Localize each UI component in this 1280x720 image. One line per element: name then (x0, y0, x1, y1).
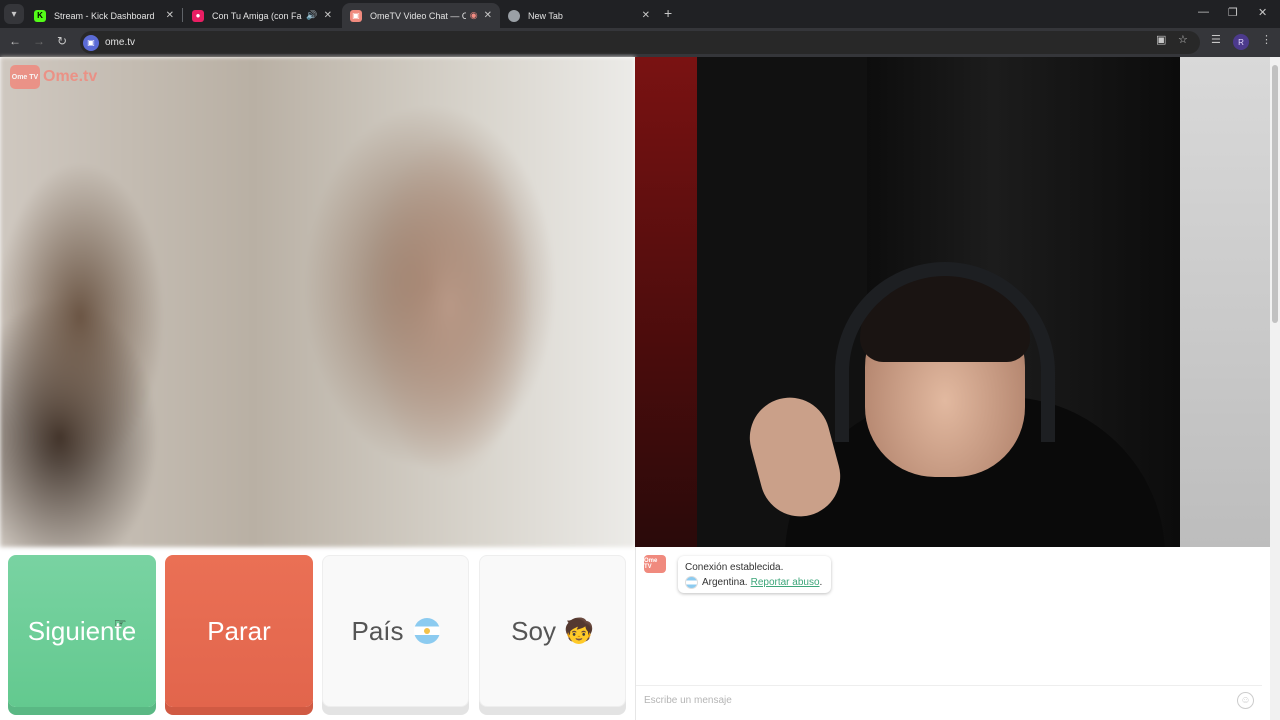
speaker-icon[interactable]: 🔊 (306, 10, 317, 21)
close-icon[interactable]: ✕ (484, 10, 492, 21)
stop-button[interactable]: Parar (165, 555, 313, 707)
chat-panel: Ome TV Conexión establecida. Argentina. … (635, 547, 1262, 720)
emoji-icon[interactable]: ☺ (1237, 692, 1254, 709)
chat-input-bar: ☺ (636, 685, 1262, 715)
media-control-icon[interactable]: ☰ (1211, 33, 1221, 46)
gender-button[interactable]: Soy 🧒 (479, 555, 626, 707)
url-text[interactable]: ome.tv (105, 37, 135, 48)
music-icon: ● (192, 9, 204, 22)
profile-avatar[interactable]: R (1233, 34, 1249, 50)
system-message: Conexión establecida. Argentina. Reporta… (678, 556, 831, 593)
ometv-page: Ome TV Ome.tv Siguiente Parar País Soy 🧒… (0, 57, 1280, 720)
report-suffix: . (819, 577, 823, 588)
connection-status: Conexión establecida. (685, 562, 784, 573)
tab-search-button[interactable]: ▾ (4, 4, 24, 24)
boy-icon: 🧒 (563, 617, 594, 645)
forward-icon[interactable]: → (33, 34, 45, 48)
tab-kick-dashboard[interactable]: K Stream - Kick Dashboard ✕ (26, 3, 182, 28)
self-video (635, 57, 1270, 547)
ometv-icon: ▣ (350, 9, 362, 22)
close-icon[interactable]: ✕ (166, 10, 174, 21)
ometv-chat-icon: Ome TV (644, 555, 666, 573)
tab-music[interactable]: ● Con Tu Amiga (con Fauna 🔊 ✕ (184, 3, 340, 28)
site-info-icon[interactable]: ▣ (83, 34, 99, 51)
next-button[interactable]: Siguiente (8, 555, 156, 707)
tab-separator (182, 8, 183, 22)
tab-strip: ▾ K Stream - Kick Dashboard ✕ ● Con Tu A… (0, 0, 1280, 28)
country-button[interactable]: País (322, 555, 469, 707)
chrome-icon (508, 9, 520, 22)
address-bar[interactable]: ▣ ome.tv (80, 31, 1200, 54)
background-wall-white (1180, 57, 1270, 547)
background-wall (635, 57, 697, 547)
close-window-icon[interactable]: ✕ (1258, 6, 1267, 19)
country-name: Argentina. (702, 577, 748, 588)
bookmark-star-icon[interactable]: ☆ (1178, 33, 1188, 46)
ometv-logo-icon: Ome TV (10, 65, 40, 89)
new-tab-button[interactable]: + (664, 5, 672, 21)
country-button-label: País (351, 615, 404, 646)
reload-icon[interactable]: ↻ (57, 34, 67, 48)
recording-icon: ◉ (469, 10, 478, 20)
argentina-flag-icon (413, 618, 440, 644)
report-abuse-link[interactable]: Reportar abuso (751, 575, 820, 590)
close-icon[interactable]: ✕ (642, 10, 650, 21)
kick-icon: K (34, 9, 46, 22)
mouse-cursor-icon: ☞ (114, 615, 127, 631)
page-scrollbar[interactable] (1270, 57, 1280, 720)
ometv-logo-text: Ome.tv (43, 68, 98, 85)
stranger-video (0, 57, 635, 547)
close-icon[interactable]: ✕ (324, 10, 332, 21)
stop-button-label: Parar (207, 615, 271, 646)
restore-icon[interactable]: ❐ (1228, 6, 1238, 19)
gender-button-label: Soy (511, 615, 556, 646)
argentina-flag-icon (685, 576, 698, 589)
message-input[interactable] (644, 695, 1224, 706)
tab-new-tab[interactable]: New Tab ✕ (500, 3, 658, 28)
browser-toolbar: ← → ↻ ▣ ome.tv ▣ ☆ ☰ R ⋮ (0, 28, 1280, 57)
menu-icon[interactable]: ⋮ (1261, 33, 1272, 46)
tab-ometv[interactable]: ▣ OmeTV Video Chat — Ome ◉ ✕ (342, 3, 500, 28)
minimize-icon[interactable]: — (1198, 6, 1209, 18)
cast-icon[interactable]: ▣ (1156, 33, 1166, 46)
scrollbar-thumb[interactable] (1272, 65, 1278, 323)
ometv-logo[interactable]: Ome TV Ome.tv (10, 65, 97, 89)
back-icon[interactable]: ← (9, 34, 21, 48)
